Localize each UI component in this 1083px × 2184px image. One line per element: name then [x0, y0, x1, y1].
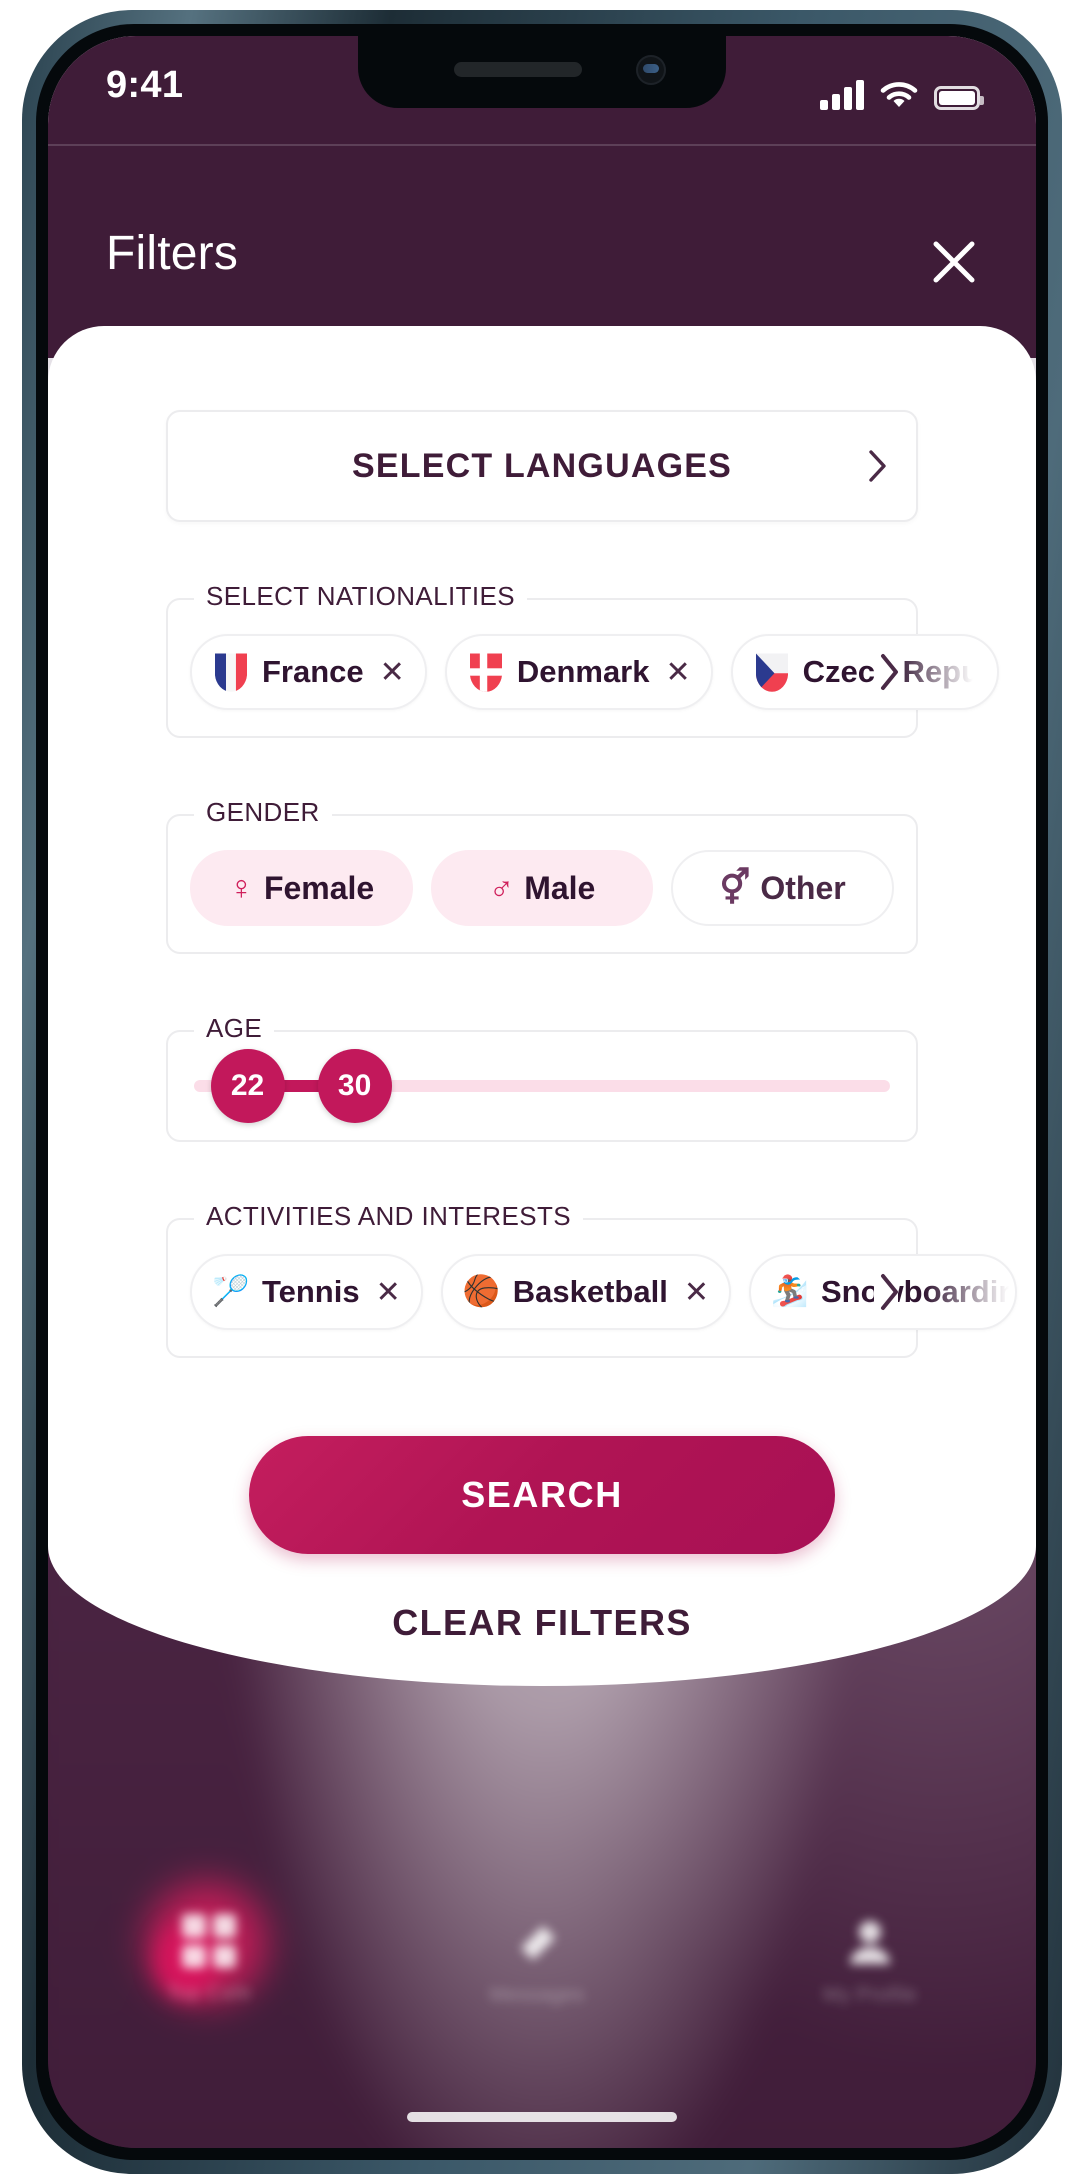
activities-legend: ACTIVITIES AND INTERESTS	[194, 1201, 583, 1232]
male-symbol-icon: ♂	[488, 869, 515, 907]
status-bar: 9:41	[48, 36, 1036, 146]
chip-czech-republic[interactable]: Czech Repu	[730, 634, 999, 710]
clear-filters-button[interactable]: CLEAR FILTERS	[166, 1602, 918, 1644]
select-languages-button[interactable]: SELECT LANGUAGES	[166, 410, 918, 522]
gender-legend: GENDER	[194, 797, 332, 828]
filters-header: 9:41 Filters	[48, 36, 1036, 358]
chip-basketball[interactable]: 🏀 Basketball ✕	[440, 1254, 731, 1330]
snowboarding-icon: 🏂	[770, 1275, 809, 1308]
gender-chip-row: ♀ Female ♂ Male ⚥ Other	[190, 850, 895, 926]
chip-label: Tennis	[262, 1274, 360, 1309]
gender-label: Female	[263, 869, 375, 906]
remove-chip-icon[interactable]: ✕	[684, 1275, 709, 1310]
remove-chip-icon[interactable]: ✕	[666, 655, 691, 690]
front-camera-icon	[636, 55, 666, 85]
age-slider-min-handle[interactable]: 22	[210, 1049, 285, 1123]
chip-label: France	[262, 654, 364, 689]
remove-chip-icon[interactable]: ✕	[376, 1275, 401, 1310]
tennis-icon: 🏸	[212, 1275, 250, 1308]
grid-icon	[182, 1914, 237, 1968]
chevron-right-icon[interactable]	[874, 1272, 898, 1312]
activities-chip-row: 🏸 Tennis ✕ 🏀 Basketball ✕ 🏂 Snowboardin	[190, 1254, 1017, 1330]
nav-label: Messages	[489, 1984, 585, 2006]
header-divider	[48, 144, 1036, 146]
nav-item-my-profile[interactable]: My Profile	[823, 1914, 917, 2007]
gender-option-other[interactable]: ⚥ Other	[671, 850, 895, 926]
age-slider-max-handle[interactable]: 30	[317, 1049, 392, 1123]
nationalities-group: SELECT NATIONALITIES France ✕ Denmark ✕ …	[166, 581, 999, 738]
age-legend: AGE	[194, 1013, 275, 1044]
chip-label: Basketball	[512, 1274, 668, 1309]
search-button-label: SEARCH	[461, 1474, 623, 1515]
phone-screen: 9:41 Filters SELECT LANGUAGES SELECT NAT…	[48, 36, 1036, 2148]
nav-item-messages[interactable]: Messages	[489, 1914, 584, 2007]
nav-item-top-cafe[interactable]: Top Cafe	[167, 1914, 251, 2005]
message-icon	[509, 1914, 565, 1970]
basketball-icon: 🏀	[462, 1275, 501, 1308]
status-icons	[820, 70, 984, 110]
wifi-icon	[880, 82, 918, 107]
chip-denmark[interactable]: Denmark ✕	[444, 634, 713, 710]
search-button[interactable]: SEARCH	[249, 1436, 835, 1554]
page-title: Filters	[106, 227, 239, 280]
close-icon[interactable]	[920, 228, 988, 296]
nav-label: My Profile	[822, 1984, 917, 2006]
select-languages-label: SELECT LANGUAGES	[351, 446, 732, 485]
gender-label: Male	[524, 869, 596, 906]
activities-group: ACTIVITIES AND INTERESTS 🏸 Tennis ✕ 🏀 Ba…	[166, 1201, 1017, 1358]
nationalities-chip-row: France ✕ Denmark ✕ Czech Repu	[190, 634, 999, 710]
nationalities-legend: SELECT NATIONALITIES	[194, 581, 528, 612]
age-group: AGE 22 30	[166, 1013, 918, 1142]
flag-france-icon	[214, 653, 248, 692]
bottom-navigation-bar: Top Cafe Messages My Profile	[48, 1818, 1036, 2148]
age-range-slider[interactable]: 22 30	[194, 1049, 890, 1123]
signal-bars-icon	[820, 80, 864, 110]
chip-france[interactable]: France ✕	[190, 634, 427, 710]
person-icon	[842, 1914, 898, 1970]
nav-label: Top Cafe	[167, 1982, 252, 2004]
female-symbol-icon: ♀	[228, 869, 254, 907]
gender-group: GENDER ♀ Female ♂ Male ⚥ Other	[166, 797, 918, 954]
chevron-right-icon	[868, 449, 888, 483]
gender-option-female[interactable]: ♀ Female	[190, 850, 413, 926]
gender-option-male[interactable]: ♂ Male	[430, 850, 654, 926]
flag-czech-republic-icon	[755, 653, 788, 692]
remove-chip-icon[interactable]: ✕	[380, 655, 405, 690]
other-gender-symbol-icon: ⚥	[719, 869, 751, 907]
status-time: 9:41	[106, 64, 184, 106]
chip-label: Denmark	[516, 654, 650, 689]
device-notch	[358, 36, 726, 108]
chip-label: Snowboardin	[820, 1274, 1017, 1309]
flag-denmark-icon	[469, 653, 502, 692]
home-indicator[interactable]	[407, 2112, 677, 2122]
chevron-right-icon[interactable]	[874, 652, 898, 692]
battery-full-icon	[934, 86, 984, 110]
filters-sheet: SELECT LANGUAGES SELECT NATIONALITIES Fr…	[48, 326, 1036, 1686]
gender-label: Other	[760, 869, 846, 906]
earpiece-speaker	[454, 62, 582, 77]
chip-tennis[interactable]: 🏸 Tennis ✕	[190, 1254, 423, 1330]
